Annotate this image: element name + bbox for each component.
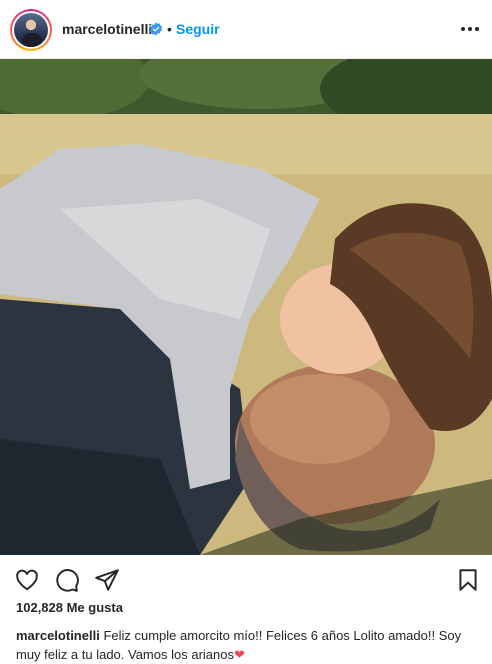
comment-icon[interactable]: [54, 567, 80, 593]
likes-count[interactable]: 102,828 Me gusta: [16, 600, 123, 615]
post-username[interactable]: marcelotinelli: [62, 21, 152, 37]
more-options-icon[interactable]: [461, 27, 479, 31]
bookmark-icon[interactable]: [455, 567, 481, 593]
caption-username[interactable]: marcelotinelli: [16, 628, 100, 643]
heart-emoji: ❤: [233, 647, 245, 662]
post-header: marcelotinelli • Seguir: [0, 0, 492, 59]
verified-badge-icon: [149, 22, 163, 36]
avatar[interactable]: [10, 9, 52, 51]
post-actions: [0, 555, 492, 601]
post-photo[interactable]: [0, 59, 492, 555]
post-caption: marcelotinelli Feliz cumple amorcito mío…: [16, 626, 482, 664]
heart-icon[interactable]: [14, 567, 40, 593]
share-icon[interactable]: [94, 567, 120, 593]
photo-illustration: [0, 59, 492, 555]
follow-button[interactable]: Seguir: [176, 21, 220, 37]
separator-dot: •: [167, 21, 172, 37]
avatar-image: [14, 13, 48, 47]
